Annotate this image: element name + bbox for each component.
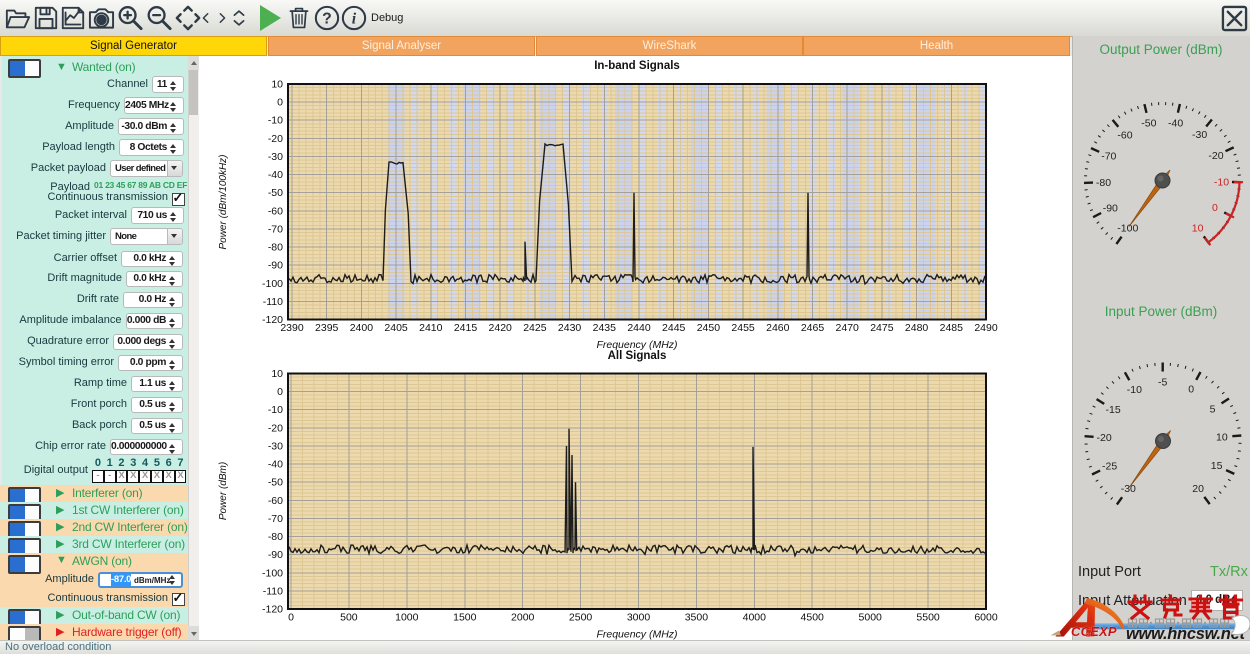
- svg-text:2460: 2460: [766, 322, 790, 334]
- svg-text:0: 0: [1212, 202, 1218, 214]
- svg-text:10: 10: [271, 368, 283, 380]
- svg-text:2465: 2465: [801, 322, 825, 334]
- svg-text:-50: -50: [1141, 118, 1156, 130]
- svg-text:500: 500: [340, 612, 358, 624]
- svg-text:20: 20: [1192, 483, 1204, 495]
- svg-text:-20: -20: [268, 133, 283, 145]
- svg-text:-10: -10: [268, 404, 283, 416]
- svg-text:2440: 2440: [627, 322, 651, 334]
- svg-text:-110: -110: [263, 585, 283, 597]
- svg-text:-30: -30: [1192, 129, 1207, 141]
- svg-text:2450: 2450: [697, 322, 721, 334]
- svg-text:-30: -30: [268, 441, 283, 453]
- svg-text:2430: 2430: [558, 322, 582, 334]
- svg-text:-10: -10: [268, 115, 283, 127]
- svg-text:-15: -15: [1106, 404, 1121, 416]
- svg-text:In-band Signals: In-band Signals: [594, 60, 680, 72]
- svg-text:3500: 3500: [685, 612, 709, 624]
- svg-text:-90: -90: [268, 260, 283, 272]
- svg-text:-20: -20: [268, 422, 283, 434]
- svg-text:2485: 2485: [940, 322, 964, 334]
- svg-text:-70: -70: [268, 223, 283, 235]
- svg-text:-40: -40: [268, 169, 283, 181]
- svg-text:-80: -80: [268, 242, 283, 254]
- svg-text:-20: -20: [1097, 432, 1112, 444]
- svg-text:2480: 2480: [905, 322, 929, 334]
- svg-text:-50: -50: [268, 477, 283, 489]
- svg-text:1500: 1500: [453, 612, 477, 624]
- svg-text:2475: 2475: [870, 322, 894, 334]
- svg-text:5: 5: [1210, 404, 1216, 416]
- svg-text:-10: -10: [1127, 384, 1142, 396]
- svg-text:4500: 4500: [801, 612, 825, 624]
- svg-text:-25: -25: [1102, 461, 1117, 473]
- svg-text:0: 0: [277, 386, 283, 398]
- svg-text:2415: 2415: [454, 322, 478, 334]
- svg-text:i: i: [352, 11, 357, 28]
- svg-text:1000: 1000: [395, 612, 419, 624]
- svg-text:2000: 2000: [511, 612, 535, 624]
- svg-text:3000: 3000: [627, 612, 651, 624]
- svg-text:-20: -20: [1208, 150, 1223, 162]
- svg-text:2435: 2435: [593, 322, 617, 334]
- svg-text:CCEXP: CCEXP: [1071, 624, 1117, 639]
- svg-text:10: 10: [1192, 222, 1204, 234]
- svg-text:-60: -60: [1117, 129, 1132, 141]
- svg-text:6000: 6000: [974, 612, 998, 624]
- svg-text:-70: -70: [1101, 151, 1116, 163]
- svg-text:-60: -60: [268, 205, 283, 217]
- svg-text:-80: -80: [268, 531, 283, 543]
- svg-text:-30: -30: [1121, 483, 1136, 495]
- svg-text:2500: 2500: [569, 612, 593, 624]
- svg-text:-50: -50: [268, 187, 283, 199]
- svg-text:2405: 2405: [384, 322, 408, 334]
- svg-text:2490: 2490: [974, 322, 998, 334]
- svg-text:2395: 2395: [315, 322, 339, 334]
- svg-text:5000: 5000: [859, 612, 883, 624]
- svg-text:Power (dBm/100kHz): Power (dBm/100kHz): [218, 154, 229, 249]
- svg-text:All Signals: All Signals: [608, 350, 667, 362]
- svg-text:-100: -100: [1117, 223, 1138, 235]
- svg-text:0: 0: [1188, 384, 1194, 396]
- svg-text:2410: 2410: [419, 322, 443, 334]
- svg-text:Power (dBm): Power (dBm): [218, 462, 229, 520]
- svg-text:5500: 5500: [916, 612, 940, 624]
- svg-text:2445: 2445: [662, 322, 686, 334]
- svg-text:2420: 2420: [489, 322, 513, 334]
- svg-text:?: ?: [322, 11, 332, 28]
- svg-text:10: 10: [1216, 431, 1228, 443]
- svg-text:-5: -5: [1158, 377, 1167, 389]
- svg-text:10: 10: [271, 79, 283, 91]
- svg-text:-100: -100: [262, 278, 283, 290]
- svg-text:-30: -30: [268, 151, 283, 163]
- svg-text:-40: -40: [1168, 118, 1183, 130]
- svg-text:-90: -90: [1103, 203, 1118, 215]
- svg-text:-60: -60: [268, 495, 283, 507]
- svg-text:-70: -70: [268, 513, 283, 525]
- svg-text:0: 0: [277, 97, 283, 109]
- svg-text:www.hncsw.net: www.hncsw.net: [1126, 625, 1246, 643]
- svg-text:-10: -10: [1214, 176, 1229, 188]
- svg-text:-120: -120: [262, 604, 283, 616]
- svg-text:-100: -100: [262, 567, 283, 579]
- svg-text:4000: 4000: [743, 612, 767, 624]
- svg-text:-110: -110: [263, 296, 283, 308]
- svg-text:-80: -80: [1096, 177, 1111, 189]
- svg-text:2400: 2400: [350, 322, 374, 334]
- svg-text:0: 0: [288, 612, 294, 624]
- svg-text:-40: -40: [268, 459, 283, 471]
- svg-text:2470: 2470: [836, 322, 860, 334]
- svg-text:2455: 2455: [731, 322, 755, 334]
- svg-text:15: 15: [1211, 460, 1223, 472]
- svg-text:2425: 2425: [523, 322, 547, 334]
- svg-text:-90: -90: [268, 549, 283, 561]
- svg-text:2390: 2390: [280, 322, 304, 334]
- svg-text:Frequency (MHz): Frequency (MHz): [596, 629, 677, 641]
